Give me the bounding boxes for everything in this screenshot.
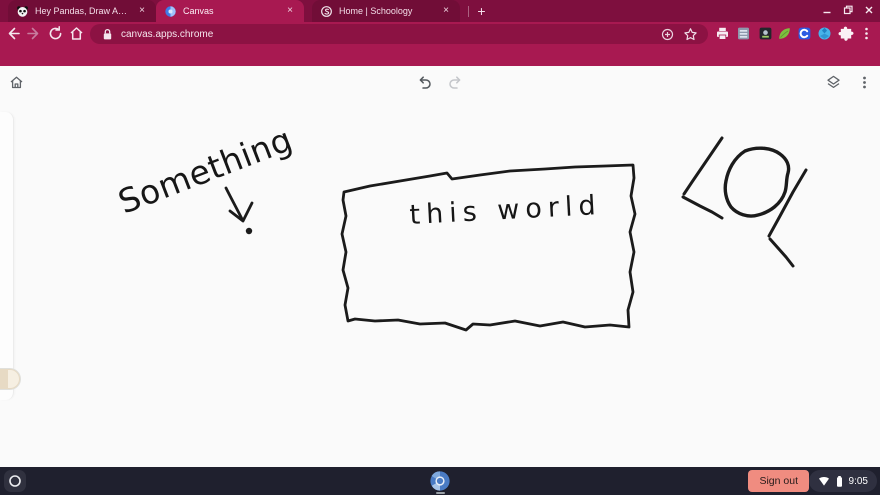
restore-icon[interactable] — [841, 3, 855, 17]
launcher-circle-icon — [9, 475, 21, 487]
close-icon[interactable] — [862, 3, 876, 17]
address-bar[interactable]: canvas.apps.chrome — [90, 24, 708, 44]
reload-icon[interactable] — [47, 25, 64, 42]
bookmark-star-icon[interactable] — [683, 27, 698, 42]
tab-title: Home | Schoology — [339, 6, 413, 16]
tab-close-icon[interactable]: × — [440, 5, 452, 17]
doodle-arrow — [224, 186, 254, 235]
browser-menu-icon[interactable] — [858, 25, 875, 42]
tab-separator — [468, 6, 469, 17]
tab-canvas[interactable]: Canvas × — [156, 0, 304, 22]
minimize-icon[interactable] — [820, 3, 834, 17]
battery-icon — [836, 475, 842, 487]
tab-schoology[interactable]: Home | Schoology × — [312, 0, 460, 22]
doodle-label-text: Something — [113, 119, 298, 221]
c-logo-icon[interactable] — [796, 25, 813, 42]
home-icon[interactable] — [68, 25, 85, 42]
tab-heypandas[interactable]: Hey Pandas, Draw An Image Ou × — [8, 0, 156, 22]
canvas-icon — [165, 5, 176, 17]
tab-strip: Hey Pandas, Draw An Image Ou × Canvas × … — [0, 0, 880, 22]
circle-action-icon[interactable] — [660, 27, 675, 42]
launcher-button[interactable] — [4, 470, 26, 492]
sign-out-button[interactable]: Sign out — [748, 470, 809, 492]
wifi-icon — [818, 476, 829, 486]
tab-close-icon[interactable]: × — [284, 5, 296, 17]
lock-icon — [103, 28, 112, 39]
clock-text: 9:05 — [848, 475, 868, 487]
doodle-box-text: this world — [409, 190, 603, 231]
running-app-indicator — [436, 492, 445, 494]
puzzle-icon[interactable] — [837, 25, 854, 42]
drawing-canvas[interactable]: Something this world — [0, 66, 880, 467]
tab-title: Canvas — [183, 6, 214, 16]
browser-toolbar: canvas.apps.chrome — [0, 22, 880, 66]
schoology-icon — [321, 5, 332, 17]
printer-icon[interactable] — [714, 25, 731, 42]
sheets-icon[interactable] — [735, 25, 752, 42]
doodle-lol — [681, 136, 808, 268]
url-text: canvas.apps.chrome — [121, 28, 214, 40]
panda-icon — [17, 5, 28, 17]
forward-icon[interactable] — [25, 25, 42, 42]
tab-title: Hey Pandas, Draw An Image Ou — [35, 6, 130, 16]
camera-ext-icon[interactable] — [757, 25, 774, 42]
tab-close-icon[interactable]: × — [136, 5, 148, 17]
back-icon[interactable] — [5, 25, 22, 42]
leaf-icon[interactable] — [776, 25, 793, 42]
canvas-app-surface[interactable]: Something this world — [0, 66, 880, 467]
globe-icon[interactable] — [816, 25, 833, 42]
status-tray[interactable]: 9:05 — [808, 470, 877, 492]
chromeos-shelf: Sign out 9:05 — [0, 467, 880, 495]
chromium-shelf-icon[interactable] — [429, 470, 451, 492]
new-tab-button[interactable]: + — [474, 4, 489, 19]
